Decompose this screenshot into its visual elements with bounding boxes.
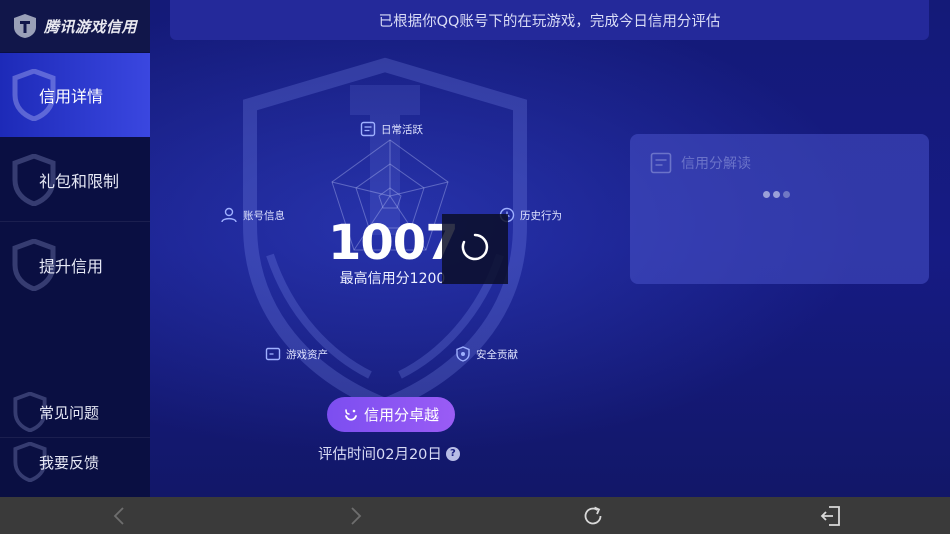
shield-icon [456,346,470,362]
panel-title: 信用分解读 [681,156,751,172]
app-logo: 腾讯游戏信用 [0,0,150,52]
credit-excellent-button[interactable]: 信用分卓越 [327,397,455,432]
sidebar-item-credit-details[interactable]: 信用详情 [0,53,150,137]
radar-axis-game-assets: 游戏资产 [265,346,328,362]
cta-label: 信用分卓越 [363,406,439,424]
radar-axis-label: 账号信息 [243,209,285,222]
radar-axis-label: 安全贡献 [476,348,518,361]
radar-axis-account-info: 账号信息 [220,207,285,223]
evaluation-time: 评估时间02月20日 ? [318,443,468,464]
sidebar-item-faq[interactable]: 常见问题 [0,387,150,437]
refresh-button[interactable] [573,497,613,534]
sidebar-item-improve-credit[interactable]: 提升信用 [0,223,150,307]
sidebar-item-label: 信用详情 [39,87,104,106]
radar-axis-label: 日常活跃 [381,123,423,136]
wallet-icon [265,347,281,361]
radar-axis-security: 安全贡献 [455,346,518,362]
chevron-right-icon [351,506,362,525]
radar-axis-label: 历史行为 [520,209,562,222]
loading-spinner-icon [461,233,489,261]
radar-axis-history: 历史行为 [499,207,562,223]
app-title: 腾讯游戏信用 [44,17,138,36]
sidebar-item-feedback[interactable]: 我要反馈 [0,437,150,487]
divider [0,221,150,222]
loading-overlay [442,214,508,284]
exit-button[interactable] [811,497,851,534]
document-icon [360,121,376,137]
evaluation-notice: 已根据你QQ账号下的在玩游戏，完成今日信用分评估 [170,0,929,40]
radar-axis-daily-activity: 日常活跃 [360,121,423,137]
sidebar-item-label: 常见问题 [39,403,100,422]
main-content: 已根据你QQ账号下的在玩游戏，完成今日信用分评估 日常活跃 历史行为 安全贡献 … [150,0,950,497]
browser-toolbar [0,497,950,534]
credit-score: 1007 [328,215,459,271]
forward-button[interactable] [336,497,376,534]
max-score-text: 最高信用分1200 [339,271,446,287]
help-icon[interactable]: ? [445,446,460,461]
smile-icon [345,408,357,421]
sidebar-item-gifts-limits[interactable]: 礼包和限制 [0,138,150,222]
refresh-icon [584,506,602,524]
user-icon [221,207,237,223]
sidebar-item-label: 我要反馈 [39,453,100,472]
sidebar-item-label: 提升信用 [39,257,104,276]
exit-icon [820,505,840,526]
credit-interpretation-panel: 信用分解读 [630,134,929,284]
loading-dots [763,191,793,198]
back-button[interactable] [99,497,139,534]
evaluation-time-text: 评估时间02月20日 [318,447,442,463]
radar-axis-label: 游戏资产 [286,348,328,361]
sidebar: 腾讯游戏信用 信用详情 礼包和限制 提升信用 常见问题 我要反馈 [0,0,150,497]
chevron-left-icon [113,506,124,525]
tencent-games-logo-icon [14,14,36,38]
panel-header: 信用分解读 [650,152,751,174]
sidebar-item-label: 礼包和限制 [39,172,120,191]
document-icon [650,152,672,174]
